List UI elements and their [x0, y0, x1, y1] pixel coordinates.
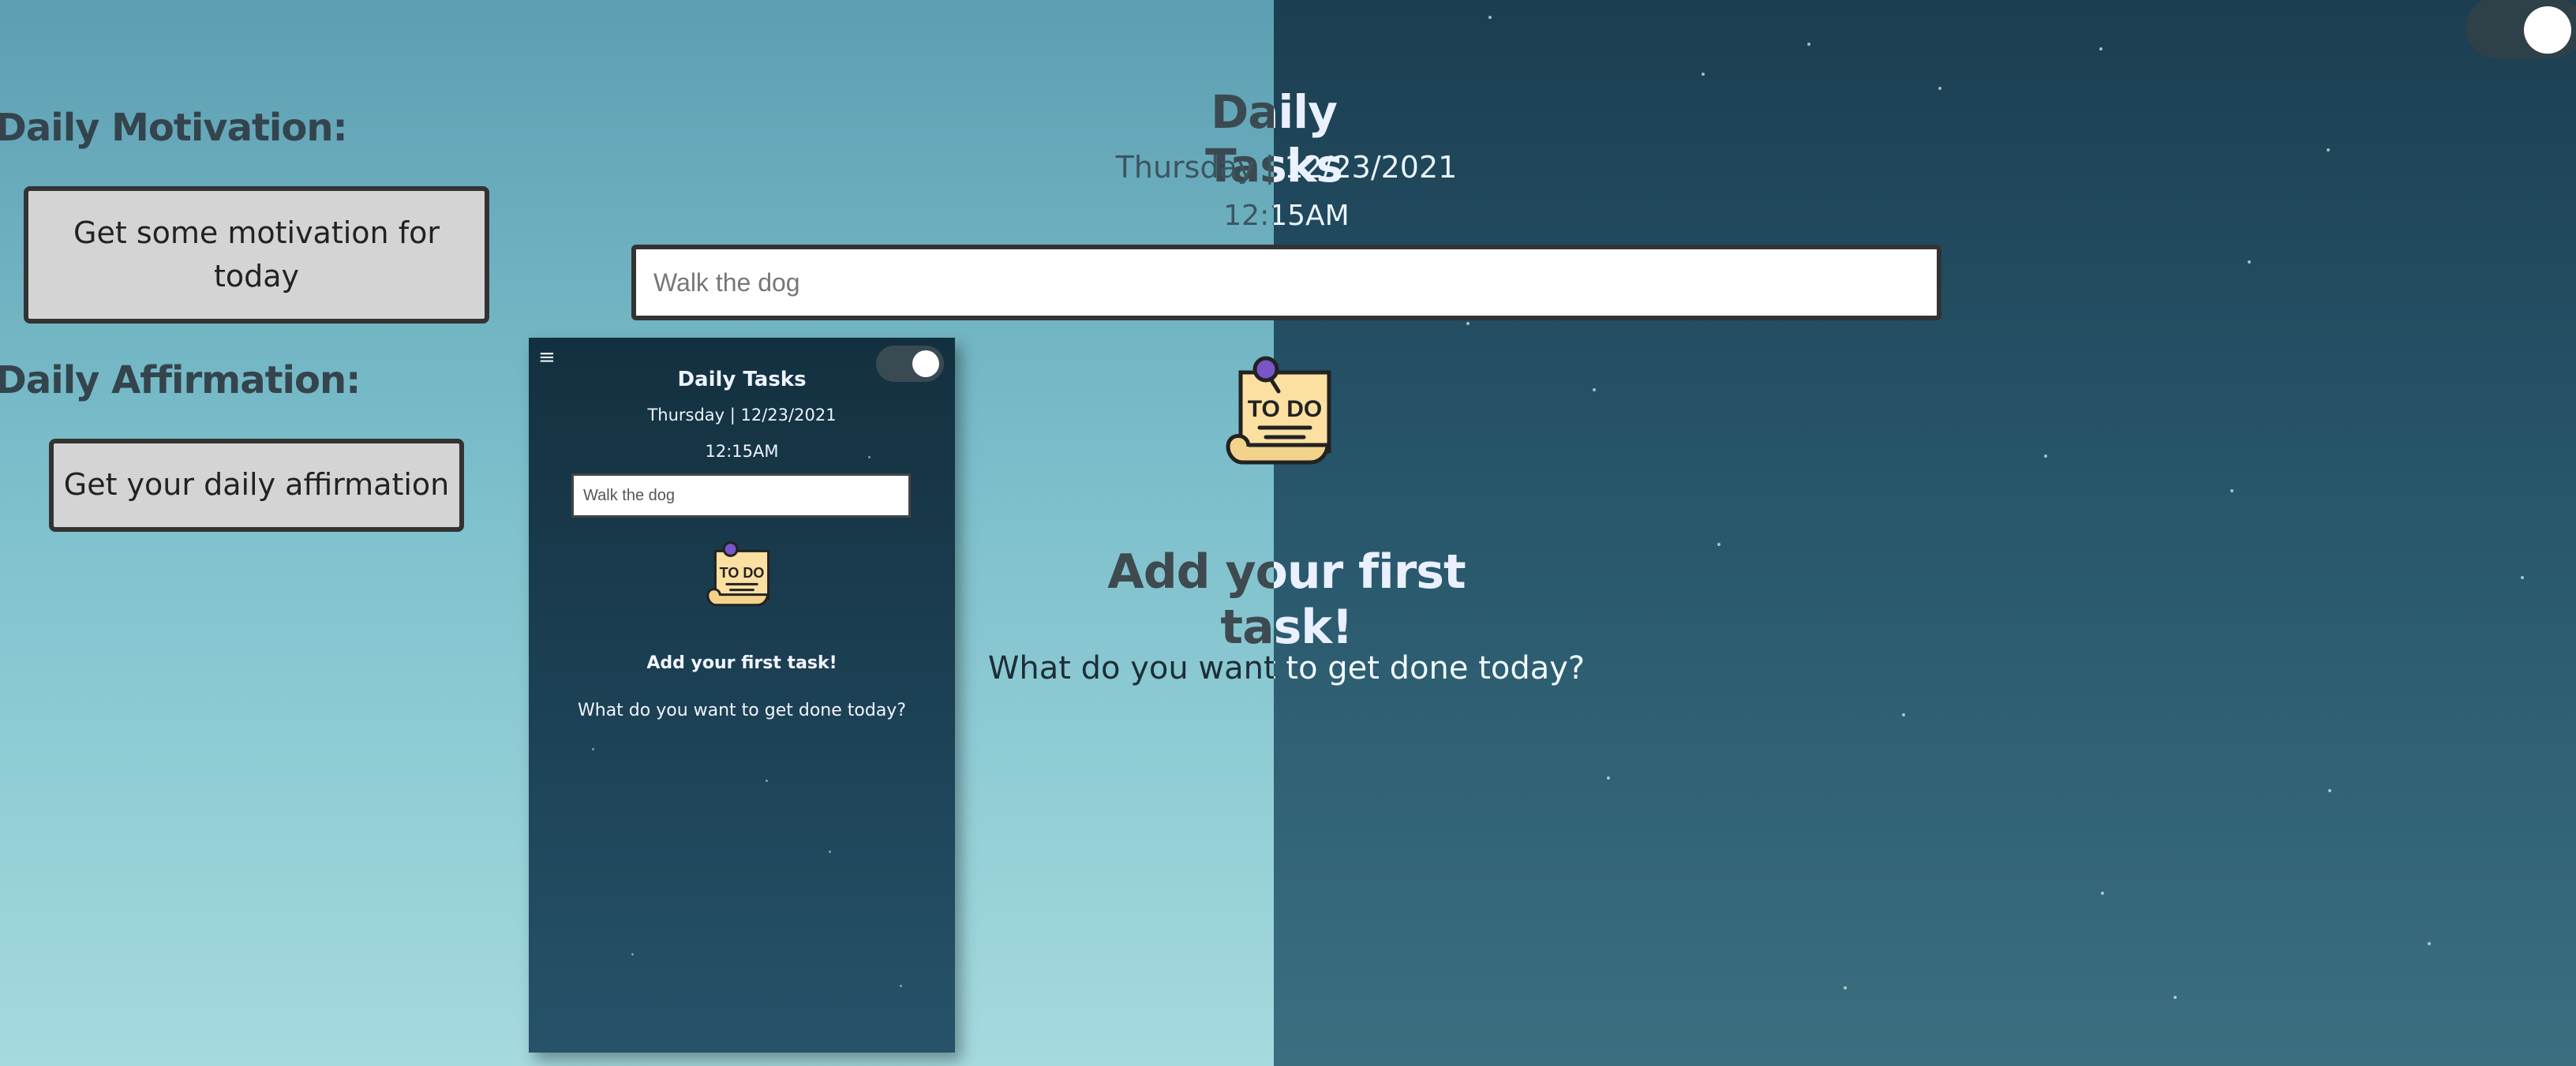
toggle-knob: [2524, 6, 2571, 54]
theme-toggle[interactable]: [2466, 0, 2576, 58]
svg-text:TO DO: TO DO: [1248, 396, 1322, 422]
mobile-empty-subtitle: What do you want to get done today?: [578, 701, 906, 720]
svg-text:TO DO: TO DO: [720, 565, 765, 581]
mobile-time: 12:15AM: [705, 442, 779, 461]
get-affirmation-button[interactable]: Get your daily affirmation: [49, 439, 464, 532]
mobile-task-input[interactable]: [571, 473, 911, 518]
mobile-preview: ≡ Daily Tasks Thursday | 12/23/2021 12:1…: [529, 338, 955, 1053]
hamburger-icon[interactable]: ≡: [538, 346, 556, 369]
mobile-todo-note-icon: TO DO: [704, 540, 780, 611]
todo-note-icon: TO DO: [1222, 353, 1348, 472]
mobile-empty-title: Add your first task!: [646, 653, 837, 673]
current-date: Thursday | 12/23/2021: [1105, 150, 1468, 185]
task-input[interactable]: [631, 245, 1941, 320]
dark-background: [1274, 0, 2576, 1066]
empty-state-title: Add your first task!: [1050, 544, 1523, 655]
empty-state-subtitle: What do you want to get done today?: [987, 650, 1586, 686]
mobile-title: Daily Tasks: [677, 368, 807, 391]
current-time: 12:15AM: [1208, 200, 1365, 232]
get-motivation-button[interactable]: Get some motivation for today: [24, 186, 489, 324]
daily-affirmation-heading: Daily Affirmation:: [0, 358, 361, 402]
daily-motivation-heading: Daily Motivation:: [0, 106, 348, 150]
mobile-date: Thursday | 12/23/2021: [647, 406, 837, 425]
